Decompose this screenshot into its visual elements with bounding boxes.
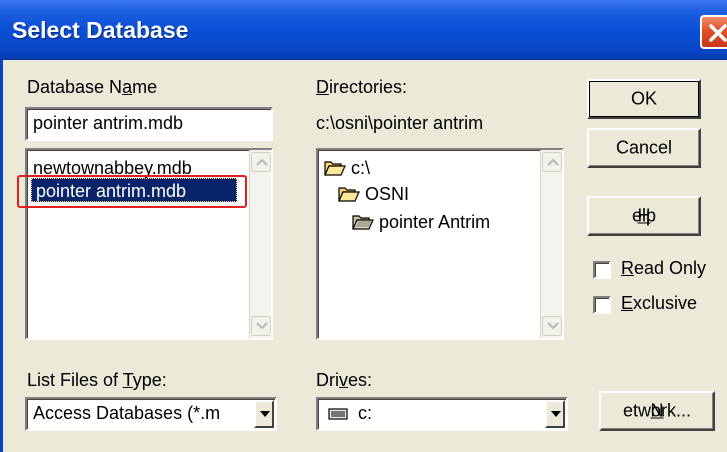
database-name-input[interactable]: pointer antrim.mdb <box>25 107 273 141</box>
file-type-select[interactable]: Access Databases (*.m <box>25 397 277 431</box>
open-folder-icon <box>352 215 374 230</box>
exclusive-checkbox[interactable] <box>593 296 611 314</box>
database-name-label: Database Name <box>27 77 158 97</box>
read-only-label: Read Only <box>621 258 707 278</box>
dialog-body: Database Name pointer antrim.mdb newtown… <box>0 60 727 452</box>
file-list-scrollbar[interactable] <box>249 150 271 338</box>
close-icon <box>709 24 727 42</box>
open-folder-icon <box>324 161 346 176</box>
drives-select[interactable]: c: <box>316 397 568 431</box>
cancel-button[interactable]: Cancel <box>587 128 701 168</box>
select-database-window: Select Database Database Name pointer an… <box>0 0 727 452</box>
chevron-up-icon <box>547 158 559 166</box>
dir-item-root[interactable]: c:\ <box>324 156 370 180</box>
cancel-button-label: Cancel <box>615 137 673 158</box>
directories-label: Directories: <box>316 77 408 97</box>
scroll-down-button[interactable] <box>251 316 271 336</box>
dir-item-label: c:\ <box>351 158 371 178</box>
chevron-up-icon <box>256 158 268 166</box>
chevron-down-icon <box>260 411 270 417</box>
scroll-up-button[interactable] <box>542 152 562 172</box>
drive-icon <box>328 408 348 420</box>
window-title: Select Database <box>12 17 189 43</box>
chevron-down-icon <box>547 322 559 330</box>
dir-item-osni[interactable]: OSNI <box>338 182 409 206</box>
chevron-down-icon <box>551 411 561 417</box>
open-folder-icon <box>338 187 360 202</box>
ok-button-label: OK <box>630 88 657 109</box>
directory-scrollbar[interactable] <box>540 150 562 338</box>
scroll-up-button[interactable] <box>251 152 271 172</box>
drives-value: c: <box>358 403 373 423</box>
help-button[interactable]: Help <box>587 196 701 236</box>
drives-dropdown-button[interactable] <box>545 400 565 428</box>
dir-item-label: OSNI <box>365 184 410 204</box>
file-type-dropdown-button[interactable] <box>254 400 274 428</box>
current-directory-path: c:\osni\pointer antrim <box>316 113 484 133</box>
dir-item-label: pointer Antrim <box>379 212 491 232</box>
directory-tree[interactable]: c:\ OSNI pointer Antrim <box>316 148 564 340</box>
title-bar[interactable]: Select Database <box>0 0 727 60</box>
network-button[interactable]: Network... <box>599 391 715 431</box>
file-type-value: Access Databases (*.m <box>33 403 221 423</box>
close-button[interactable] <box>700 15 727 49</box>
scroll-down-button[interactable] <box>542 316 562 336</box>
chevron-down-icon <box>256 322 268 330</box>
ok-button[interactable]: OK <box>587 79 701 119</box>
drives-label: Drives: <box>316 370 373 390</box>
dir-item-pointer-antrim[interactable]: pointer Antrim <box>352 210 490 234</box>
selection-highlight-annotation <box>17 175 247 208</box>
exclusive-label: Exclusive <box>621 293 698 313</box>
file-type-label: List Files of Type: <box>27 370 167 390</box>
read-only-checkbox[interactable] <box>593 261 611 279</box>
